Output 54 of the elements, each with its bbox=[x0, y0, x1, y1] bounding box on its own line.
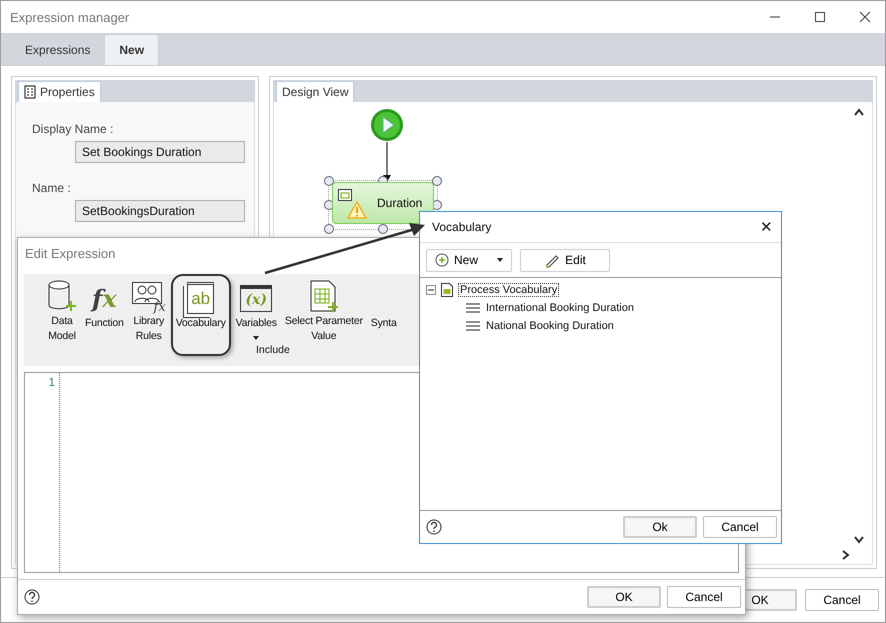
document-icon bbox=[441, 283, 453, 297]
scroll-down-icon[interactable] bbox=[854, 536, 864, 544]
resize-handle[interactable] bbox=[378, 224, 388, 234]
dialog-button[interactable]: Cancel bbox=[703, 516, 777, 538]
close-button[interactable]: ✕ bbox=[760, 218, 773, 236]
scroll-up-icon[interactable] bbox=[854, 108, 864, 116]
toolbar-button[interactable]: fx Function bbox=[82, 280, 127, 344]
start-icon[interactable] bbox=[370, 108, 404, 142]
toolbar-button[interactable]: Edit bbox=[520, 248, 610, 272]
dialog-button[interactable]: Ok bbox=[623, 516, 697, 538]
tree-item[interactable]: National Booking Duration bbox=[485, 320, 615, 332]
maximize-icon[interactable] bbox=[814, 11, 826, 23]
resize-handle[interactable] bbox=[432, 176, 442, 186]
toolbar-button[interactable]: New bbox=[426, 248, 512, 272]
dialog-button[interactable]: Cancel bbox=[805, 589, 879, 611]
tree-item[interactable]: International Booking Duration bbox=[485, 302, 635, 314]
resize-handle[interactable] bbox=[324, 176, 334, 186]
scroll-right-icon[interactable] bbox=[842, 550, 850, 560]
line-number: 1 bbox=[48, 375, 55, 389]
activity-node[interactable]: Duration bbox=[332, 182, 434, 224]
screen-icon bbox=[338, 189, 352, 201]
collapse-icon[interactable] bbox=[426, 285, 436, 295]
close-icon[interactable] bbox=[859, 11, 871, 23]
input-field[interactable]: Set Bookings Duration bbox=[75, 141, 245, 163]
table-icon bbox=[308, 280, 339, 314]
plus-icon bbox=[435, 253, 449, 267]
dialog-title: Edit Expression bbox=[25, 246, 116, 260]
group-label: Include bbox=[256, 344, 290, 356]
toolbar-button[interactable]: fx Library Rules bbox=[128, 280, 169, 344]
toolbar-button[interactable]: ab Vocabulary bbox=[170, 274, 231, 356]
help-icon[interactable] bbox=[24, 589, 40, 605]
help-icon[interactable] bbox=[426, 519, 442, 535]
tab[interactable]: New bbox=[104, 34, 160, 65]
input-field[interactable]: SetBookingsDuration bbox=[75, 200, 245, 222]
field-label: Display Name : bbox=[32, 122, 114, 136]
tab[interactable]: Expressions bbox=[11, 35, 104, 65]
tree-item[interactable]: Process Vocabulary bbox=[458, 283, 560, 297]
field-label: Name : bbox=[32, 181, 72, 195]
properties-tab[interactable]: Properties bbox=[18, 81, 101, 102]
toolbar-button[interactable]: Select Parameter Value bbox=[282, 280, 366, 344]
grid-icon bbox=[24, 85, 36, 99]
toolbar-button[interactable]: Data Model bbox=[44, 280, 80, 344]
dialog-title: Vocabulary bbox=[432, 220, 492, 234]
list-icon bbox=[466, 321, 480, 331]
variable-icon: (x) bbox=[240, 284, 272, 312]
function-icon: fx bbox=[92, 284, 117, 312]
dialog-button[interactable]: Cancel bbox=[667, 586, 741, 608]
toolbar-button[interactable]: Synta bbox=[368, 280, 400, 344]
database-icon bbox=[47, 280, 77, 314]
list-icon bbox=[466, 303, 480, 313]
resize-handle[interactable] bbox=[324, 224, 334, 234]
window-title: Expression manager bbox=[10, 10, 130, 24]
design-view-tab[interactable]: Design View bbox=[276, 81, 354, 102]
dialog-button[interactable]: OK bbox=[587, 586, 661, 608]
